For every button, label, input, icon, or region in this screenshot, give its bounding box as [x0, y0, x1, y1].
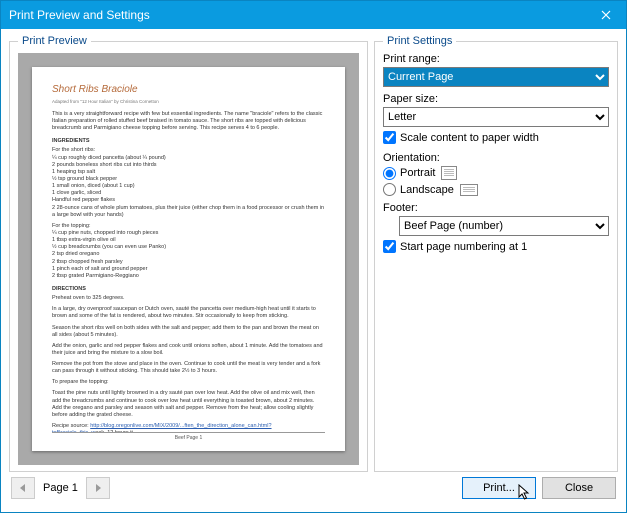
- doc-title: Short Ribs Braciole: [52, 83, 325, 96]
- print-button[interactable]: Print...: [462, 477, 536, 499]
- preview-legend: Print Preview: [18, 35, 91, 47]
- next-page-button[interactable]: [86, 477, 110, 499]
- close-icon[interactable]: [586, 1, 626, 29]
- preview-page: Short Ribs Braciole Adapted from "12 Hou…: [32, 67, 345, 451]
- doc-subtitle: Adapted from "12 Hour Italian" by Christ…: [52, 99, 325, 105]
- start-numbering-checkbox[interactable]: [383, 240, 396, 253]
- print-range-label: Print range:: [383, 53, 609, 65]
- scale-label: Scale content to paper width: [400, 132, 539, 144]
- portrait-radio-row[interactable]: Portrait: [383, 166, 609, 180]
- start-numbering-label: Start page numbering at 1: [400, 241, 527, 253]
- start-numbering-row[interactable]: Start page numbering at 1: [383, 240, 609, 253]
- footer-select[interactable]: Beef Page (number): [399, 216, 609, 236]
- paper-size-select[interactable]: Letter: [383, 107, 609, 127]
- sub-shortribs: For the short ribs:: [52, 147, 325, 154]
- arrow-right-icon: [94, 484, 102, 492]
- preview-area: Short Ribs Braciole Adapted from "12 Hou…: [18, 53, 359, 465]
- close-button[interactable]: Close: [542, 477, 616, 499]
- landscape-radio[interactable]: [383, 183, 396, 196]
- doc-source: Recipe source: http://blog.oregonlive.co…: [52, 423, 325, 431]
- prev-page-button[interactable]: [11, 477, 35, 499]
- page-indicator: Page 1: [43, 482, 78, 494]
- landscape-radio-row[interactable]: Landscape: [383, 183, 609, 196]
- doc-intro: This is a very straightforward recipe wi…: [52, 111, 325, 132]
- heading-ingredients: INGREDIENTS: [52, 138, 325, 145]
- landscape-icon: [460, 184, 478, 196]
- paper-size-label: Paper size:: [383, 93, 609, 105]
- orientation-label: Orientation:: [383, 152, 609, 164]
- scale-checkbox[interactable]: [383, 131, 396, 144]
- arrow-left-icon: [19, 484, 27, 492]
- page-footer: Beef Page 1: [52, 432, 325, 442]
- print-range-select[interactable]: Current Page: [383, 67, 609, 87]
- heading-directions: DIRECTIONS: [52, 286, 325, 293]
- portrait-label: Portrait: [400, 167, 435, 179]
- portrait-radio[interactable]: [383, 167, 396, 180]
- settings-legend: Print Settings: [383, 35, 456, 47]
- portrait-icon: [441, 166, 457, 180]
- landscape-label: Landscape: [400, 184, 454, 196]
- window-title: Print Preview and Settings: [9, 8, 150, 22]
- sub-topping: For the topping:: [52, 223, 325, 230]
- scale-checkbox-row[interactable]: Scale content to paper width: [383, 131, 609, 144]
- footer-label: Footer:: [383, 202, 609, 214]
